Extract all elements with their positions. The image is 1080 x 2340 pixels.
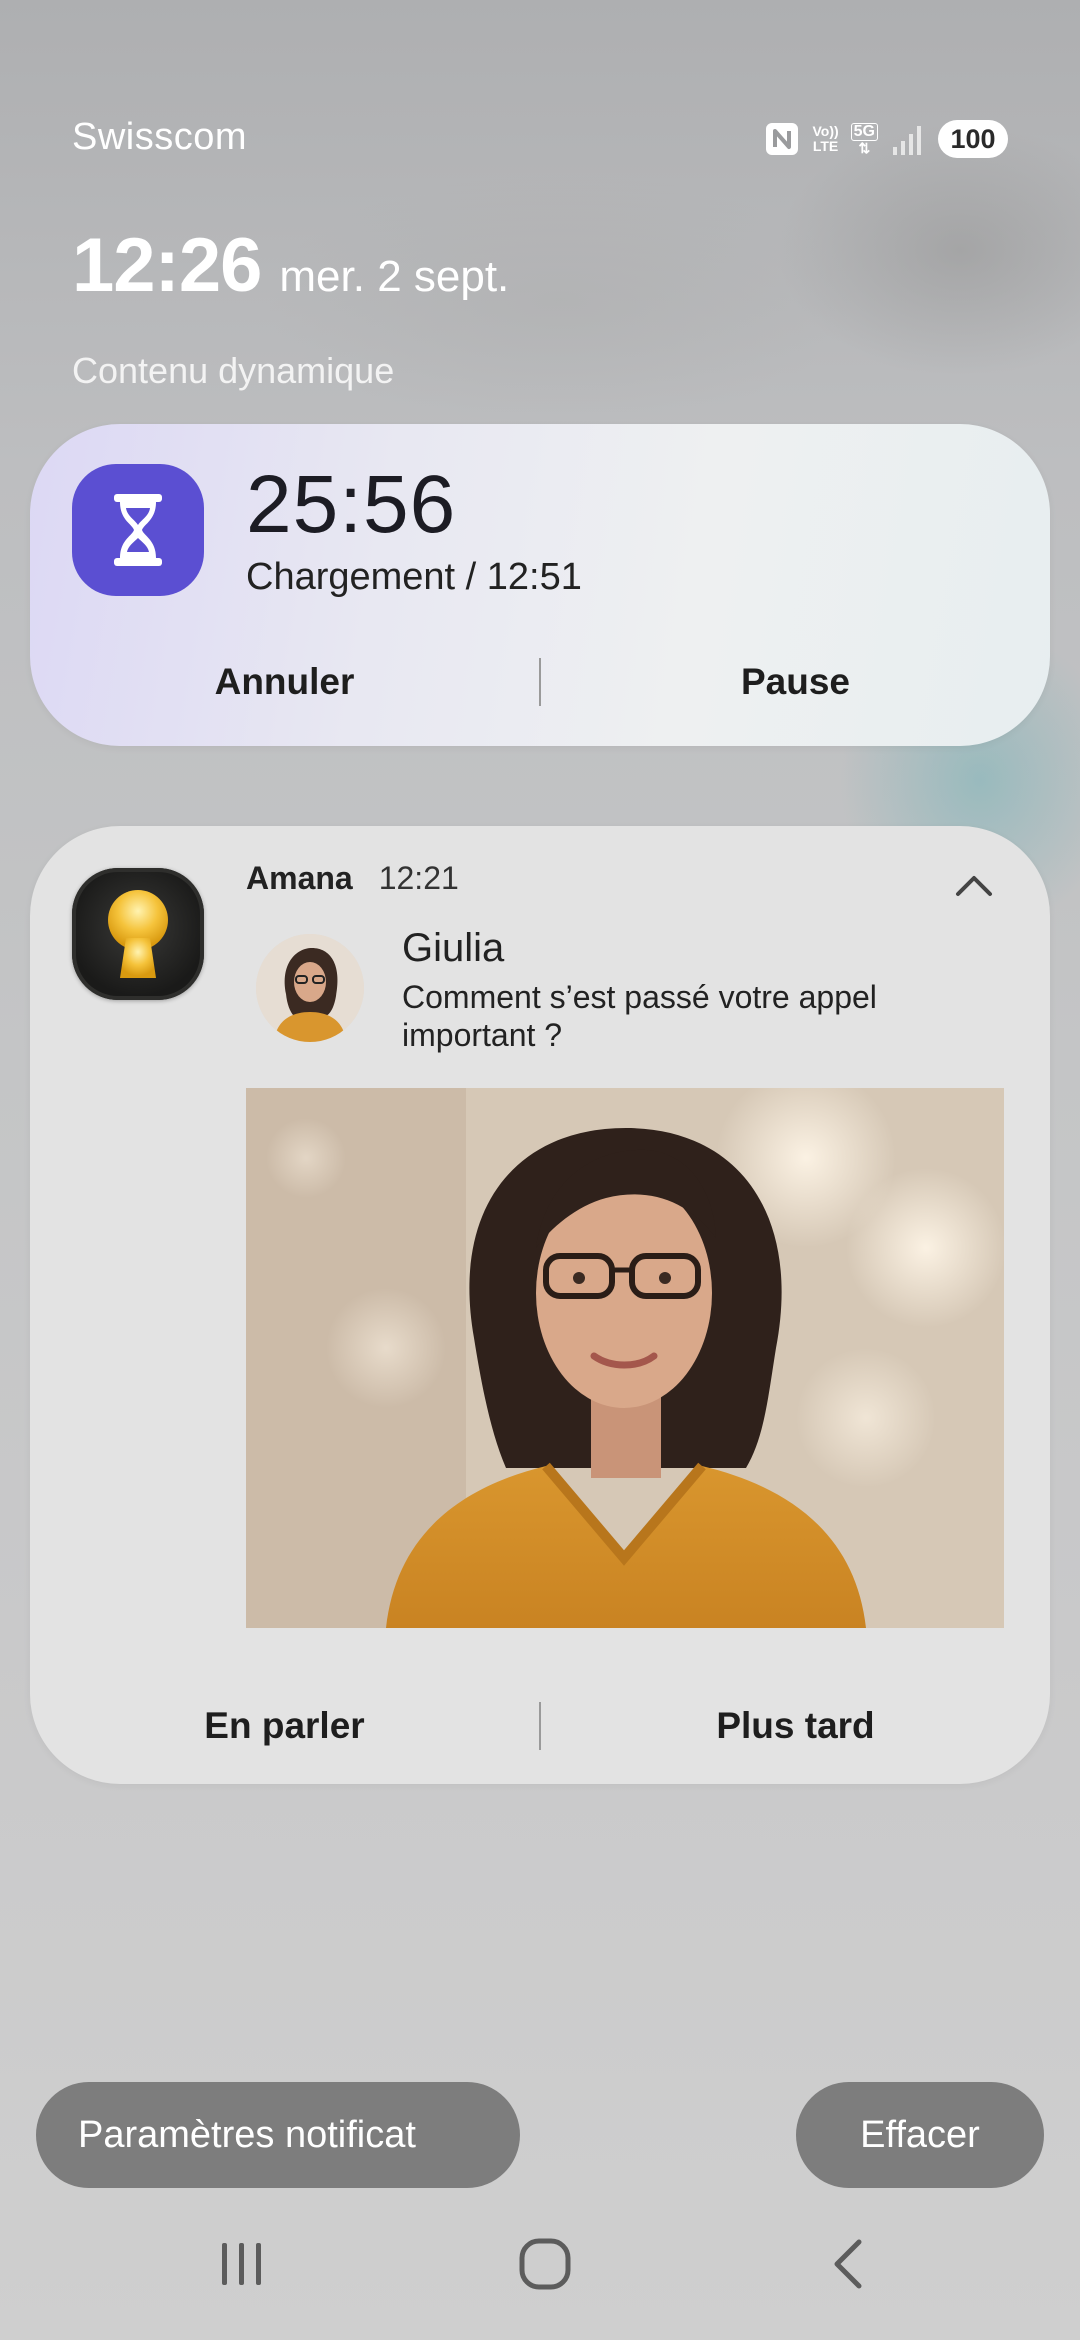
cancel-button[interactable]: Annuler — [30, 646, 539, 718]
later-button[interactable]: Plus tard — [541, 1690, 1050, 1762]
message-actions: En parler Plus tard — [30, 1690, 1050, 1762]
clock-date: mer. 2 sept. — [279, 252, 510, 301]
volte-label: Vo)) — [812, 123, 839, 139]
clock-time: 12:26 — [72, 223, 262, 308]
data-arrows-icon: ⇅ — [858, 140, 871, 156]
network-type-label: 5G — [850, 123, 878, 141]
recent-apps-icon[interactable] — [202, 2234, 282, 2294]
lockscreen-clock: 12:26 mer. 2 sept. — [72, 222, 509, 309]
keyhole-icon — [72, 868, 204, 1000]
app-name: Amana — [246, 860, 353, 896]
chevron-up-icon[interactable] — [950, 862, 998, 910]
timer-subtitle: Chargement / 12:51 — [246, 556, 582, 598]
avatar — [256, 934, 364, 1042]
message-text: Comment s’est passé votre appel importan… — [402, 979, 877, 1053]
status-bar: Swisscom Vo)) LTE 5G ⇅ 100 — [0, 0, 1080, 190]
volte-icon: Vo)) LTE — [812, 124, 838, 154]
message-image[interactable] — [246, 1088, 1004, 1628]
navigation-bar — [0, 2220, 1080, 2310]
notification-settings-button[interactable]: Paramètres notificat — [36, 2082, 520, 2188]
5g-icon: 5G ⇅ — [850, 123, 878, 156]
live-activity-card[interactable]: 25:56 Chargement / 12:51 Annuler Pause — [30, 424, 1050, 746]
home-icon[interactable] — [505, 2234, 585, 2294]
clear-button[interactable]: Effacer — [796, 2082, 1044, 2188]
hourglass-icon — [72, 464, 204, 596]
back-icon[interactable] — [808, 2234, 888, 2294]
timer-value: 25:56 — [246, 459, 457, 550]
sender-name: Giulia — [402, 926, 505, 970]
signal-icon — [893, 126, 921, 155]
section-label: Contenu dynamique — [72, 350, 395, 391]
notification-settings-label: Paramètres notificat — [78, 2113, 416, 2156]
notification-time: 12:21 — [378, 860, 459, 896]
nfc-icon — [766, 123, 799, 155]
battery-indicator: 100 — [938, 120, 1008, 158]
notification-header: Amana 12:21 — [246, 860, 459, 897]
live-activity-actions: Annuler Pause — [30, 646, 1050, 718]
status-icons: Vo)) LTE 5G ⇅ 100 — [764, 120, 1008, 158]
lte-label: LTE — [812, 138, 839, 154]
reply-button[interactable]: En parler — [30, 1690, 539, 1762]
pause-button[interactable]: Pause — [541, 646, 1050, 718]
carrier-name: Swisscom — [72, 116, 248, 158]
message-notification-card[interactable]: Amana 12:21 Giulia Comment s’est passé v… — [30, 826, 1050, 1784]
